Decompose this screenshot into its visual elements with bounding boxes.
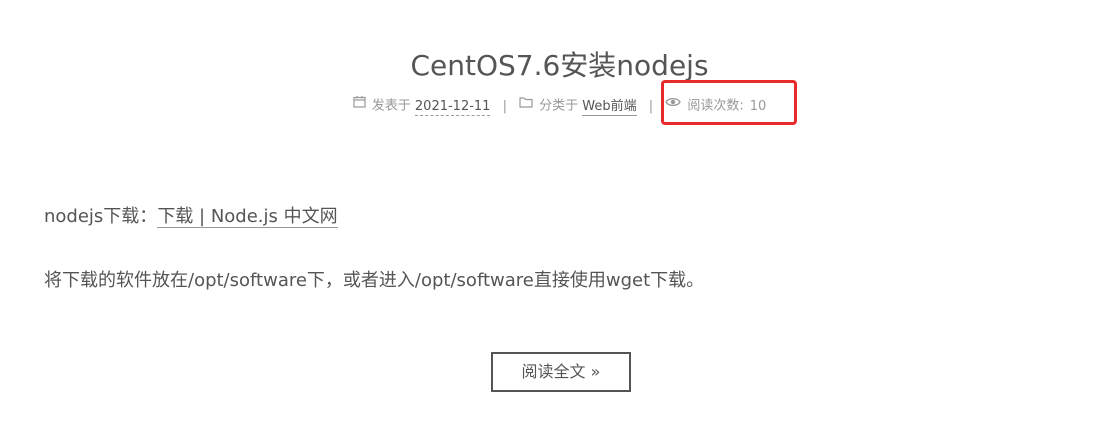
views-label: 阅读次数: [687,98,744,114]
posted-label: 发表于 [371,98,411,114]
download-link[interactable]: 下载 | Node.js 中文网 [157,206,338,228]
meta-separator: | [648,98,654,114]
category-label: 分类于 [539,98,579,114]
category-link[interactable]: Web前端 [582,98,637,116]
folder-icon [519,93,533,117]
post-body: nodejs下载：下载 | Node.js 中文网 将下载的软件放在/opt/s… [44,200,1044,298]
views-count: 10 [749,98,767,114]
install-paragraph: 将下载的软件放在/opt/software下，或者进入/opt/software… [44,270,705,291]
meta-separator: | [502,98,507,114]
download-paragraph: nodejs下载：下载 | Node.js 中文网 [44,200,1044,234]
post-meta: 发表于 2021-12-11 | 分类于 Web前端 | 阅读次数: 10 [0,94,1119,119]
read-more-button[interactable]: 阅读全文 » [491,352,631,392]
posted-date[interactable]: 2021-12-11 [414,98,491,116]
download-prefix: nodejs下载： [44,206,158,227]
eye-icon [665,93,682,117]
post-title: CentOS7.6安装nodejs [410,49,709,82]
calendar-icon [353,93,366,117]
